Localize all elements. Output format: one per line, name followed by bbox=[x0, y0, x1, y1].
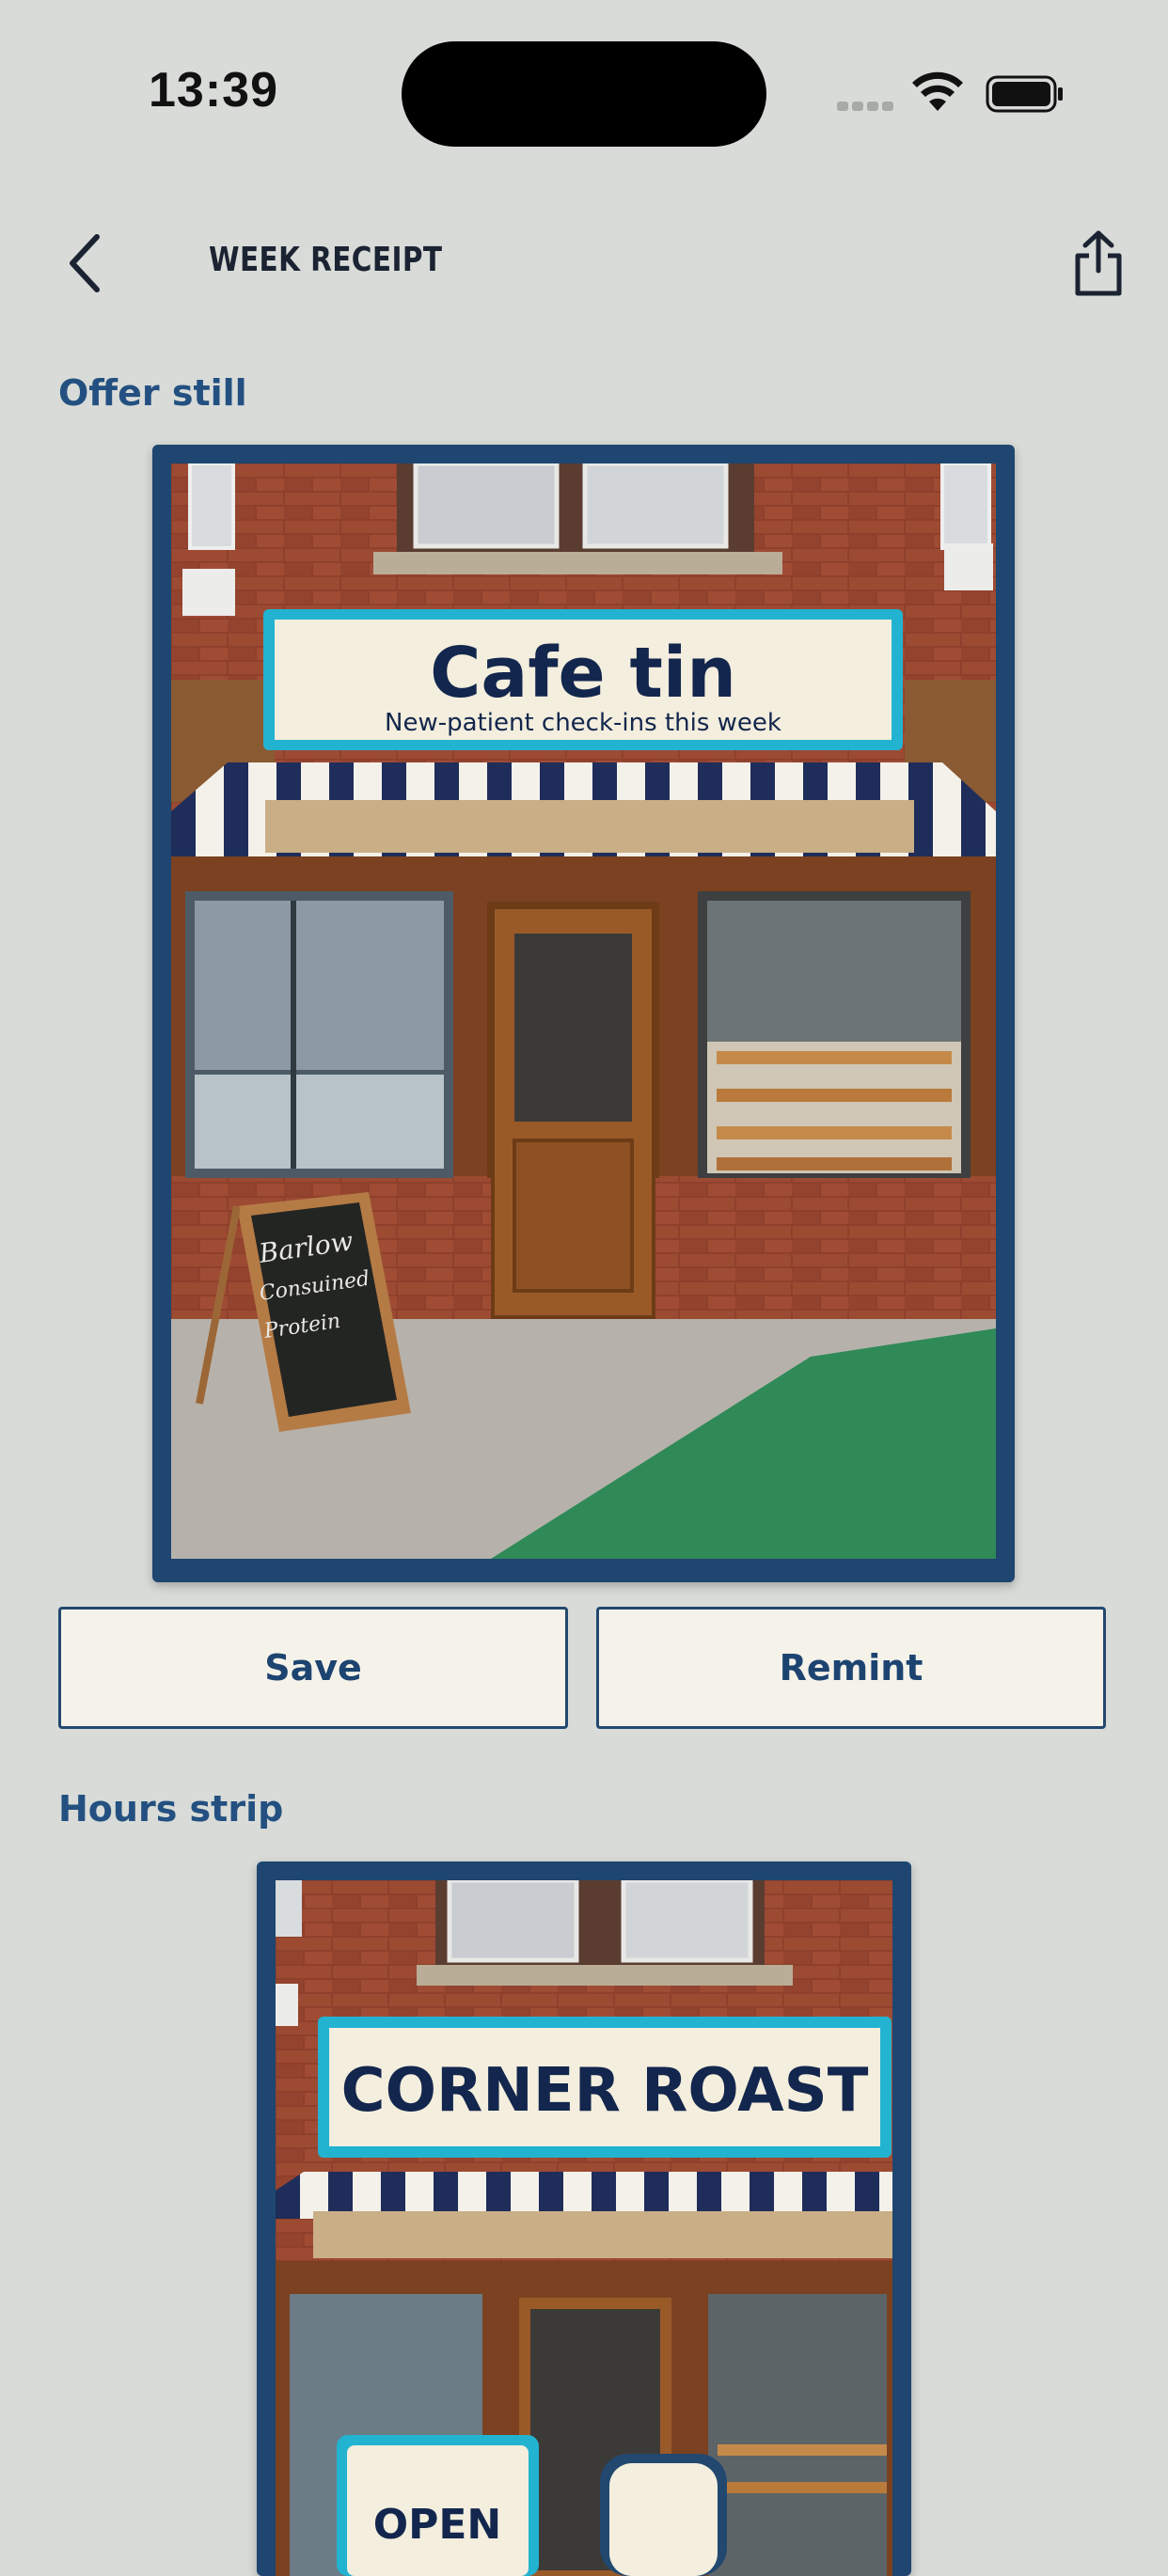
chevron-left-icon bbox=[70, 234, 100, 292]
back-button[interactable] bbox=[51, 228, 117, 299]
open-sign-text: OPEN bbox=[373, 2501, 502, 2549]
status-time: 13:39 bbox=[149, 63, 278, 118]
offer-storefront-image: Cafe tin New-patient check-ins this week bbox=[171, 463, 996, 1559]
battery-icon bbox=[986, 75, 1063, 113]
hours-storefront-image: CORNER ROAST OPEN bbox=[276, 1880, 892, 2576]
hours-sign-title: CORNER ROAST bbox=[341, 2056, 869, 2126]
offer-sign-subtitle: New-patient check-ins this week bbox=[385, 709, 781, 737]
section-heading-hours: Hours strip bbox=[58, 1788, 284, 1830]
page-title: WEEK RECEIPT bbox=[209, 241, 443, 279]
remint-button[interactable]: Remint bbox=[596, 1607, 1106, 1729]
offer-sign-title: Cafe tin bbox=[430, 633, 736, 714]
offer-photo-frame: Cafe tin New-patient check-ins this week bbox=[152, 445, 1015, 1582]
nav-bar: WEEK RECEIPT bbox=[0, 207, 1168, 320]
save-button[interactable]: Save bbox=[58, 1607, 568, 1729]
share-icon bbox=[1075, 230, 1122, 296]
share-button[interactable] bbox=[1066, 224, 1130, 303]
cellular-signal-icon bbox=[837, 102, 893, 111]
wifi-icon bbox=[912, 71, 963, 111]
status-bar: 13:39 bbox=[0, 0, 1168, 188]
section-heading-offer: Offer still bbox=[58, 372, 247, 414]
dynamic-island bbox=[402, 41, 766, 147]
hours-photo-frame: CORNER ROAST OPEN bbox=[257, 1861, 911, 2576]
